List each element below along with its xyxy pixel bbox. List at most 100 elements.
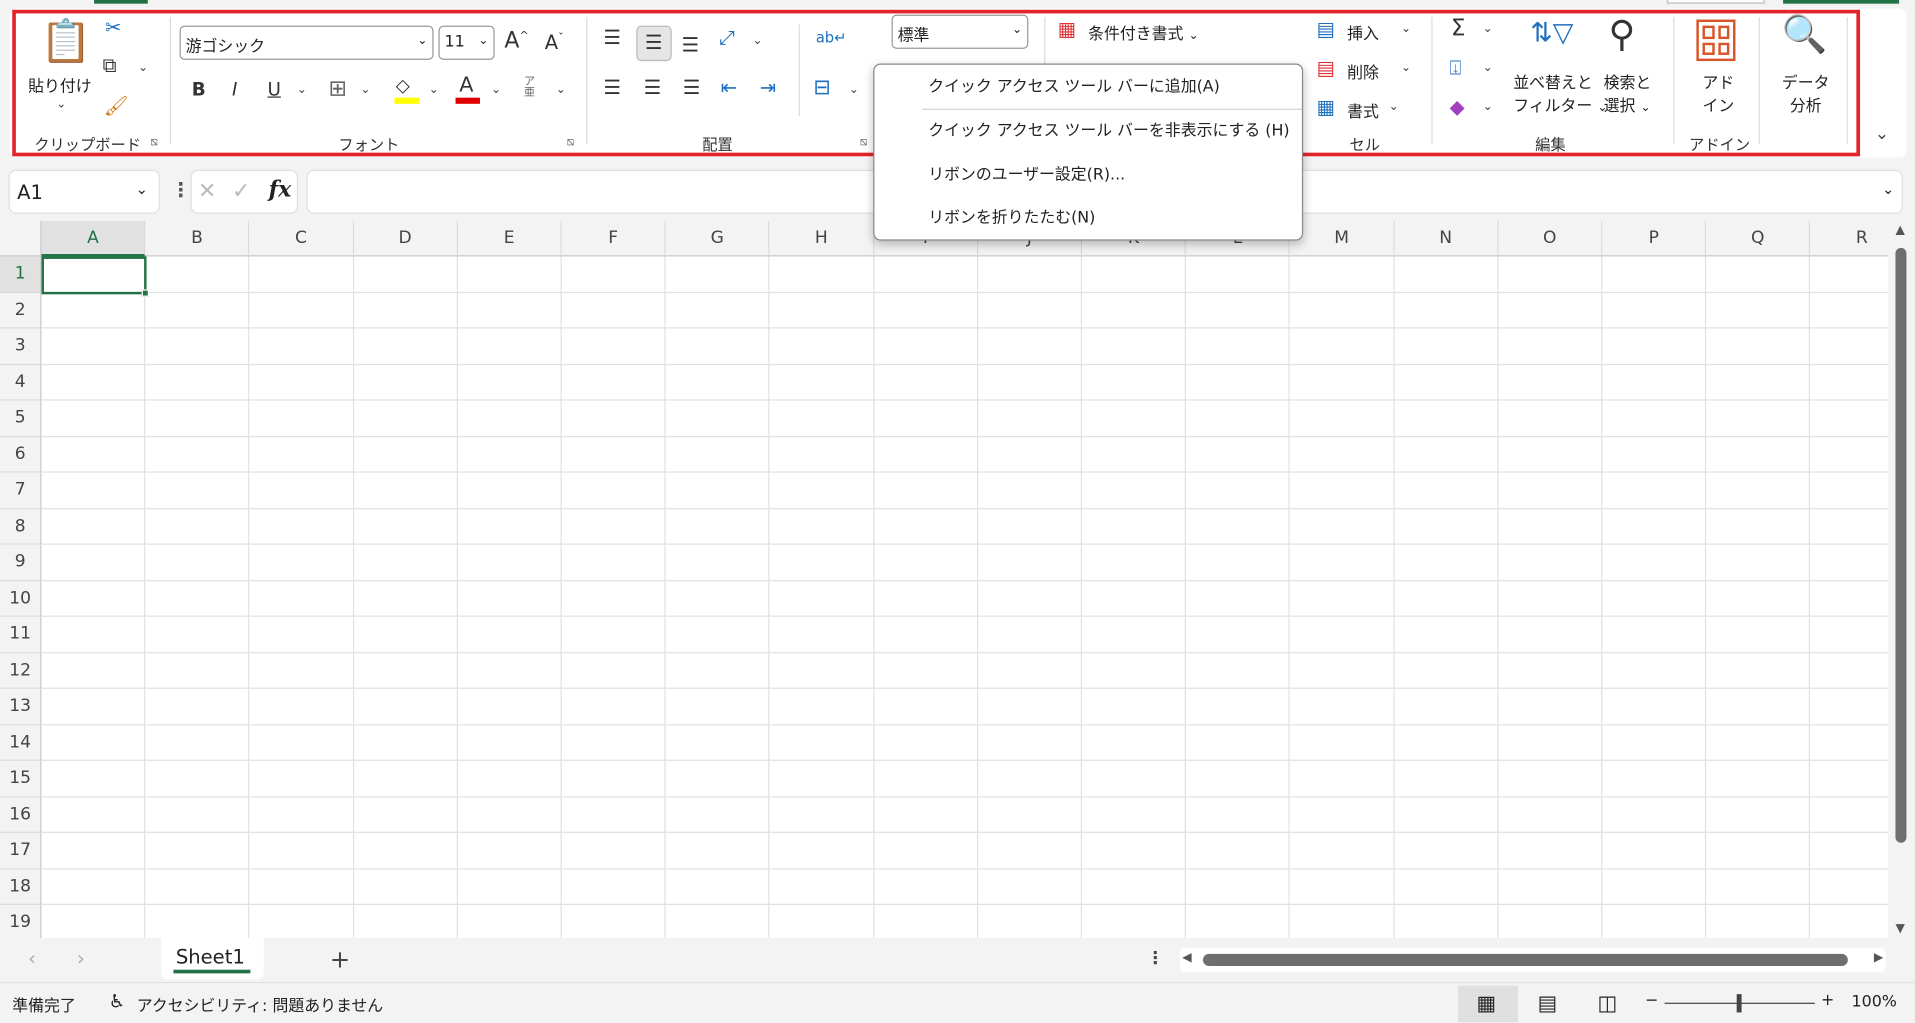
row-header-10[interactable]: 10 <box>0 580 42 617</box>
cell-I11[interactable] <box>873 616 978 653</box>
cell-Q18[interactable] <box>1706 868 1811 905</box>
cell-R4[interactable] <box>1810 365 1889 401</box>
cell-N17[interactable] <box>1394 832 1499 869</box>
cell-B16[interactable] <box>145 796 250 833</box>
cell-M8[interactable] <box>1290 508 1395 545</box>
cell-G17[interactable] <box>665 832 770 869</box>
cell-P16[interactable] <box>1602 796 1707 833</box>
cell-H7[interactable] <box>769 472 874 509</box>
cell-G13[interactable] <box>665 688 770 725</box>
cell-E1[interactable] <box>457 256 562 293</box>
sheet-tab-sheet1[interactable]: Sheet1 <box>161 937 264 980</box>
cell-A5[interactable] <box>41 400 146 437</box>
cell-B17[interactable] <box>145 832 250 869</box>
cell-F11[interactable] <box>561 616 666 653</box>
cell-P5[interactable] <box>1602 400 1707 437</box>
cell-O18[interactable] <box>1498 868 1603 905</box>
cell-A6[interactable] <box>41 436 146 473</box>
cell-H14[interactable] <box>769 724 874 761</box>
cell-G9[interactable] <box>665 544 770 581</box>
cell-P15[interactable] <box>1602 760 1707 797</box>
row-header-1[interactable]: 1 <box>0 256 42 293</box>
cell-F13[interactable] <box>561 688 666 725</box>
cell-E4[interactable] <box>457 364 562 401</box>
cell-J2[interactable] <box>978 292 1083 329</box>
cell-A7[interactable] <box>41 472 146 509</box>
cell-H1[interactable] <box>769 256 874 293</box>
row-header-17[interactable]: 17 <box>0 832 42 869</box>
cell-G10[interactable] <box>665 580 770 617</box>
column-header-F[interactable]: F <box>561 221 666 257</box>
cell-J10[interactable] <box>978 580 1083 617</box>
cell-O6[interactable] <box>1498 436 1603 473</box>
menu-item-hide-qat[interactable]: クイック アクセス ツール バーを非表示にする (H) <box>874 111 1301 153</box>
cell-P6[interactable] <box>1602 436 1707 473</box>
tab-split-handle-icon[interactable]: ⋮ <box>1147 949 1164 969</box>
cell-H12[interactable] <box>769 652 874 689</box>
cell-L17[interactable] <box>1186 832 1291 869</box>
cell-E18[interactable] <box>457 868 562 905</box>
cell-R3[interactable] <box>1810 329 1889 365</box>
cell-K12[interactable] <box>1082 652 1187 689</box>
cell-M18[interactable] <box>1290 868 1395 905</box>
cell-M16[interactable] <box>1290 796 1395 833</box>
column-header-N[interactable]: N <box>1394 221 1499 257</box>
cell-A9[interactable] <box>41 544 146 581</box>
cell-G19[interactable] <box>666 904 770 938</box>
horizontal-scroll-thumb[interactable] <box>1202 953 1848 967</box>
cell-Q8[interactable] <box>1706 508 1811 545</box>
cell-Q11[interactable] <box>1706 616 1811 653</box>
cell-L19[interactable] <box>1186 904 1291 938</box>
cell-D3[interactable] <box>353 328 458 365</box>
cell-M19[interactable] <box>1290 904 1395 938</box>
row-header-9[interactable]: 9 <box>0 544 42 581</box>
column-header-O[interactable]: O <box>1498 221 1603 257</box>
cell-M12[interactable] <box>1290 652 1395 689</box>
cell-P4[interactable] <box>1602 364 1707 401</box>
spreadsheet-grid[interactable]: ABCDEFGHIJKLMNOPQR1234567891011121314151… <box>0 221 1889 938</box>
cell-R11[interactable] <box>1810 617 1889 653</box>
cell-M7[interactable] <box>1290 472 1395 509</box>
cell-R7[interactable] <box>1810 473 1889 509</box>
column-header-C[interactable]: C <box>249 221 354 257</box>
add-sheet-button[interactable]: + <box>330 944 350 973</box>
row-header-16[interactable]: 16 <box>0 796 42 833</box>
cell-M6[interactable] <box>1290 436 1395 473</box>
cell-E2[interactable] <box>457 292 562 329</box>
vertical-scroll-thumb[interactable] <box>1895 247 1907 843</box>
cell-Q10[interactable] <box>1706 580 1811 617</box>
cell-D8[interactable] <box>353 508 458 545</box>
cell-R18[interactable] <box>1810 869 1889 905</box>
scroll-right-icon[interactable]: ▶ <box>1874 951 1883 964</box>
page-break-view-icon[interactable]: ◫ <box>1597 992 1617 1016</box>
cell-R9[interactable] <box>1810 545 1889 581</box>
cell-D18[interactable] <box>353 868 458 905</box>
cell-H3[interactable] <box>769 328 874 365</box>
cell-A10[interactable] <box>41 580 146 617</box>
cell-R8[interactable] <box>1810 509 1889 545</box>
cell-J5[interactable] <box>978 400 1083 437</box>
cell-M2[interactable] <box>1290 292 1395 329</box>
cell-F2[interactable] <box>561 292 666 329</box>
cell-O3[interactable] <box>1498 328 1603 365</box>
cell-N8[interactable] <box>1394 508 1499 545</box>
column-header-G[interactable]: G <box>665 221 770 257</box>
row-header-15[interactable]: 15 <box>0 760 42 797</box>
cancel-icon[interactable]: ✕ <box>198 178 216 204</box>
cell-G5[interactable] <box>665 400 770 437</box>
cell-O9[interactable] <box>1498 544 1603 581</box>
row-header-19[interactable]: 19 <box>0 904 42 938</box>
cell-F10[interactable] <box>561 580 666 617</box>
row-header-18[interactable]: 18 <box>0 868 42 905</box>
cell-I19[interactable] <box>874 904 978 938</box>
cell-A18[interactable] <box>41 868 146 905</box>
cell-E13[interactable] <box>457 688 562 725</box>
cell-K9[interactable] <box>1082 544 1187 581</box>
cell-O4[interactable] <box>1498 364 1603 401</box>
cell-N11[interactable] <box>1394 616 1499 653</box>
enter-icon[interactable]: ✓ <box>232 178 250 204</box>
cell-Q6[interactable] <box>1706 436 1811 473</box>
scroll-left-icon[interactable]: ◀ <box>1182 951 1191 964</box>
cell-N1[interactable] <box>1394 256 1499 293</box>
row-header-2[interactable]: 2 <box>0 292 42 329</box>
